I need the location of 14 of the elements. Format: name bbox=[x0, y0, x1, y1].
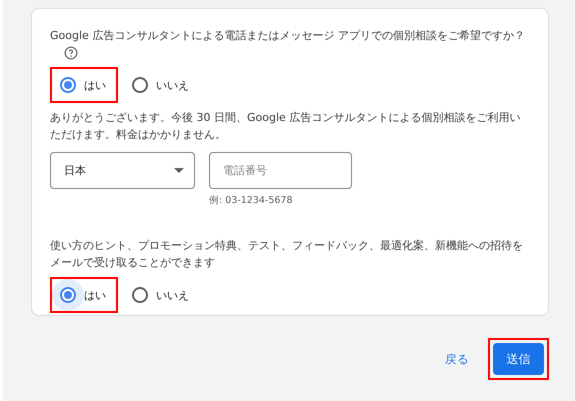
radio-option[interactable]: はい bbox=[50, 67, 118, 103]
back-link[interactable]: 戻る bbox=[445, 352, 469, 366]
radio-option[interactable]: はい bbox=[50, 277, 118, 313]
question-text: Google 広告コンサルタントによる電話またはメッセージ アプリでの個別相談をご希望ですか？ bbox=[50, 27, 530, 61]
info-text: ありがとうございます。今後 30 日間、Google 広告コンサルタントによる個別相談をご利用いただけます。料金はかかりません。 bbox=[50, 110, 522, 143]
country-select[interactable]: 日本 bbox=[50, 152, 195, 189]
submit-button[interactable]: 送信 bbox=[493, 343, 544, 375]
radio-option[interactable]: いいえ bbox=[122, 277, 201, 313]
phone-hint: 例: 03-1234-5678 bbox=[209, 194, 294, 207]
question-text: 使い方のヒント、プロモーション特典、テスト、フィードバック、最適化案、新機能への招待をメールで受け取ることができます bbox=[50, 238, 524, 271]
radio-option[interactable]: いいえ bbox=[122, 67, 201, 103]
help-icon[interactable] bbox=[64, 46, 78, 60]
phone-field[interactable]: 電話番号 bbox=[209, 152, 352, 189]
caret-icon bbox=[174, 168, 184, 173]
